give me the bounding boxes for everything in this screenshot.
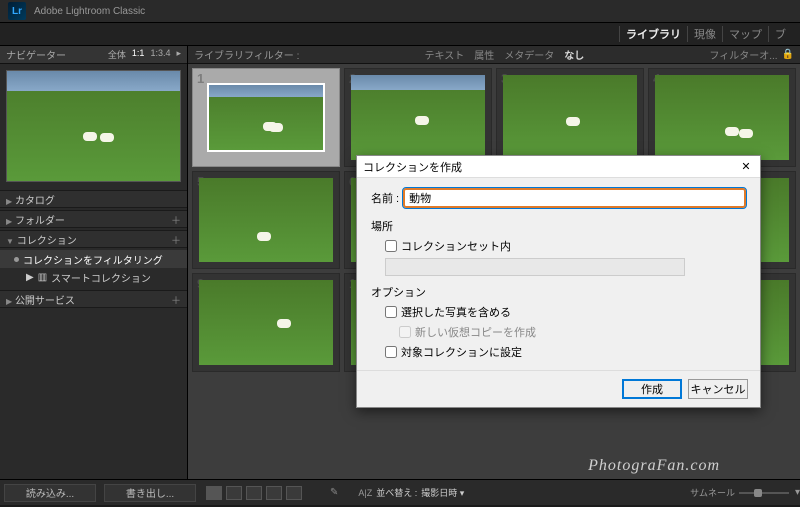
export-button[interactable]: 書き出し... — [104, 484, 196, 502]
create-button[interactable]: 作成 — [622, 379, 682, 399]
chevron-down-icon: ▼ — [6, 237, 14, 246]
app-logo-icon: Lr — [8, 2, 26, 20]
thumbnail-cell[interactable]: 3 — [496, 68, 644, 167]
thumbnail-size-label: サムネール — [690, 486, 735, 499]
inside-set-checkbox[interactable] — [385, 240, 397, 252]
virtual-copy-label: 新しい仮想コピーを作成 — [415, 324, 536, 340]
libfilter-label: ライブラリフィルター : — [194, 47, 299, 62]
library-filter-bar: ライブラリフィルター : テキスト 属性 メタデータ なし フィルターオ... … — [188, 46, 800, 64]
collection-filter-row[interactable]: コレクションをフィルタリング — [0, 250, 187, 268]
chevron-right-icon: ▶ — [26, 272, 34, 283]
panel-folders[interactable]: ▶ フォルダー ＋ — [0, 210, 187, 228]
module-picker: ライブラリ 現像 マップ ブ — [0, 22, 800, 46]
chevron-right-icon: ▶ — [6, 217, 12, 226]
stack-icon: ▥ — [38, 272, 47, 283]
grid-view-icon[interactable] — [206, 486, 222, 500]
inside-set-label: コレクションセット内 — [401, 238, 511, 254]
painter-icon[interactable]: ✎ — [330, 487, 338, 498]
nav-ratio-11[interactable]: 1:1 — [132, 48, 145, 61]
bottom-toolbar: 読み込み... 書き出し... ✎ A|Z 並べ替え : 撮影日時 ▾ サムネー… — [0, 479, 800, 505]
toolbar-menu-icon[interactable]: ▾ — [795, 487, 800, 498]
module-map[interactable]: マップ — [722, 26, 768, 42]
filter-preset[interactable]: フィルターオ... — [709, 47, 777, 62]
loupe-view-icon[interactable] — [226, 486, 242, 500]
add-collection-icon[interactable]: ＋ — [171, 232, 181, 247]
module-library[interactable]: ライブラリ — [619, 26, 687, 42]
title-bar: Lr Adobe Lightroom Classic — [0, 0, 800, 22]
thumbnail-cell[interactable]: 1 — [192, 68, 340, 167]
compare-view-icon[interactable] — [246, 486, 262, 500]
collection-set-dropdown[interactable] — [385, 258, 685, 276]
thumbnail-cell[interactable]: 4 — [648, 68, 796, 167]
app-title: Adobe Lightroom Classic — [34, 6, 145, 17]
thumbnail-cell[interactable]: 5 — [192, 171, 340, 270]
navigator-preview[interactable] — [6, 70, 181, 182]
cell-index: 1 — [197, 71, 204, 86]
add-folder-icon[interactable]: ＋ — [171, 212, 181, 227]
thumbnail-size-slider[interactable] — [739, 492, 789, 494]
sort-value[interactable]: 撮影日時 ▾ — [421, 486, 464, 499]
left-panel: ナビゲーター 全体 1:1 1:3.4 ▸ ▶ カタログ ▶ フォルダー ＋ ▼… — [0, 46, 188, 479]
smart-collections-row[interactable]: ▶ ▥ スマートコレクション — [0, 268, 187, 286]
panel-publish[interactable]: ▶ 公開サービス ＋ — [0, 290, 187, 308]
target-collection-label: 対象コレクションに設定 — [401, 344, 522, 360]
name-label: 名前 : — [371, 190, 399, 206]
dialog-title: コレクションを作成 — [363, 159, 462, 175]
bullet-icon — [14, 257, 19, 262]
nav-ratio-other[interactable]: 1:3.4 — [150, 48, 170, 61]
panel-catalog[interactable]: ▶ カタログ — [0, 190, 187, 208]
cancel-button[interactable]: キャンセル — [688, 379, 748, 399]
lock-icon[interactable]: 🔒 — [778, 49, 794, 60]
options-section-label: オプション — [371, 284, 746, 300]
module-more[interactable]: ブ — [768, 26, 792, 42]
sort-az-icon[interactable]: A|Z — [358, 488, 372, 498]
target-collection-checkbox[interactable] — [385, 346, 397, 358]
navigator-header[interactable]: ナビゲーター 全体 1:1 1:3.4 ▸ — [0, 46, 187, 64]
close-icon[interactable]: ✕ — [738, 159, 754, 175]
sort-label: 並べ替え : — [376, 486, 417, 499]
chevron-right-icon: ▶ — [6, 197, 12, 206]
location-section-label: 場所 — [371, 218, 746, 234]
survey-view-icon[interactable] — [266, 486, 282, 500]
thumbnail-cell[interactable]: 2 — [344, 68, 492, 167]
module-develop[interactable]: 現像 — [687, 26, 722, 42]
create-collection-dialog: コレクションを作成 ✕ 名前 : 場所 コレクションセット内 オプション 選択し… — [356, 155, 761, 408]
filter-text[interactable]: テキスト — [420, 47, 470, 62]
filter-meta[interactable]: メタデータ — [499, 47, 559, 62]
add-publish-icon[interactable]: ＋ — [171, 292, 181, 307]
filter-attr[interactable]: 属性 — [469, 47, 499, 62]
import-button[interactable]: 読み込み... — [4, 484, 96, 502]
nav-ratio-menu-icon[interactable]: ▸ — [176, 48, 181, 61]
include-selected-label: 選択した写真を含める — [401, 304, 511, 320]
chevron-right-icon: ▶ — [6, 297, 12, 306]
include-selected-checkbox[interactable] — [385, 306, 397, 318]
virtual-copy-checkbox — [399, 326, 411, 338]
panel-collections[interactable]: ▼ コレクション ＋ — [0, 230, 187, 248]
thumbnail-cell[interactable]: 9 — [192, 273, 340, 372]
watermark: PhotograFan.com — [588, 457, 720, 475]
filter-none[interactable]: なし — [559, 47, 589, 62]
nav-ratio-fit[interactable]: 全体 — [108, 48, 126, 61]
navigator-title: ナビゲーター — [6, 47, 66, 62]
people-view-icon[interactable] — [286, 486, 302, 500]
collection-name-input[interactable] — [403, 188, 746, 208]
